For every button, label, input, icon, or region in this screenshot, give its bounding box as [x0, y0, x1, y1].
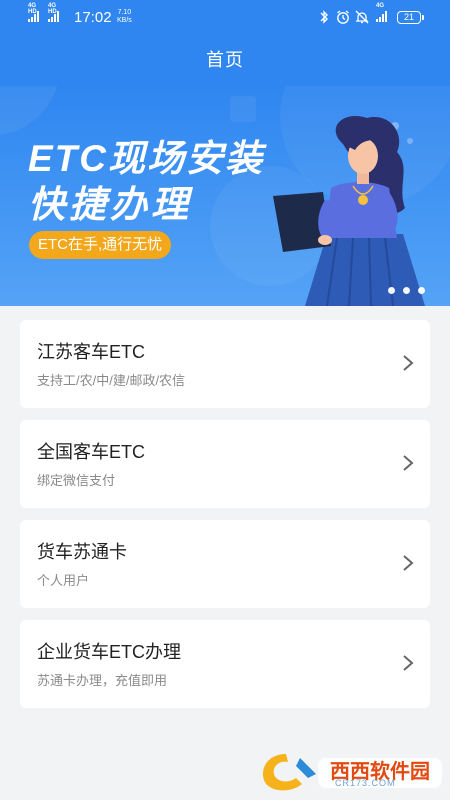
card-truck-sutong-card[interactable]: 货车苏通卡 个人用户: [20, 520, 430, 608]
card-subtitle: 个人用户: [37, 573, 90, 588]
signal-icon: 4G HD: [28, 3, 39, 22]
card-enterprise-truck-etc[interactable]: 企业货车ETC办理 苏通卡办理，充值即用: [20, 620, 430, 708]
page-title: 首页: [206, 50, 244, 70]
chevron-right-icon: [403, 355, 414, 371]
banner-tag: ETC在手,通行无忧: [29, 231, 172, 259]
status-bar: 4G HD 4G HD 17:02 7.10 KB/s 4G 21: [0, 0, 450, 36]
chevron-right-icon: [403, 555, 414, 571]
pagination-dot[interactable]: [418, 287, 425, 294]
chevron-right-icon: [403, 655, 414, 671]
promo-banner[interactable]: ETC现场安装 快捷办理 ETC在手,通行无忧: [0, 86, 450, 306]
watermark-url: CR173.COM: [335, 778, 396, 788]
battery-icon: 21: [397, 11, 424, 24]
card-title: 江苏客车ETC: [37, 342, 145, 362]
banner-subheadline: 快捷办理: [28, 184, 192, 225]
pagination-dot[interactable]: [388, 287, 395, 294]
signal-icon: 4G: [376, 3, 387, 22]
banner-pagination: [388, 287, 425, 294]
card-title: 企业货车ETC办理: [37, 642, 181, 662]
signal-icon: 4G HD: [48, 3, 59, 22]
card-title: 全国客车ETC: [37, 442, 145, 462]
card-jiangsu-passenger-etc[interactable]: 江苏客车ETC 支持工/农/中/建/邮政/农信: [20, 320, 430, 408]
alarm-icon: [337, 10, 349, 24]
app-header: 4G HD 4G HD 17:02 7.10 KB/s 4G 21 首页: [0, 0, 450, 86]
woman-illustration: [273, 116, 425, 306]
card-subtitle: 绑定微信支付: [37, 473, 116, 488]
card-title: 货车苏通卡: [37, 542, 127, 562]
card-subtitle: 支持工/农/中/建/邮政/农信: [37, 373, 186, 388]
card-national-passenger-etc[interactable]: 全国客车ETC 绑定微信支付: [20, 420, 430, 508]
pagination-dot[interactable]: [403, 287, 410, 294]
status-time: 17:02: [74, 9, 112, 26]
network-speed: 7.10 KB/s: [117, 9, 132, 24]
bluetooth-icon: [320, 10, 328, 24]
chevron-right-icon: [403, 455, 414, 471]
mute-icon: [355, 10, 369, 24]
card-subtitle: 苏通卡办理，充值即用: [37, 673, 168, 688]
